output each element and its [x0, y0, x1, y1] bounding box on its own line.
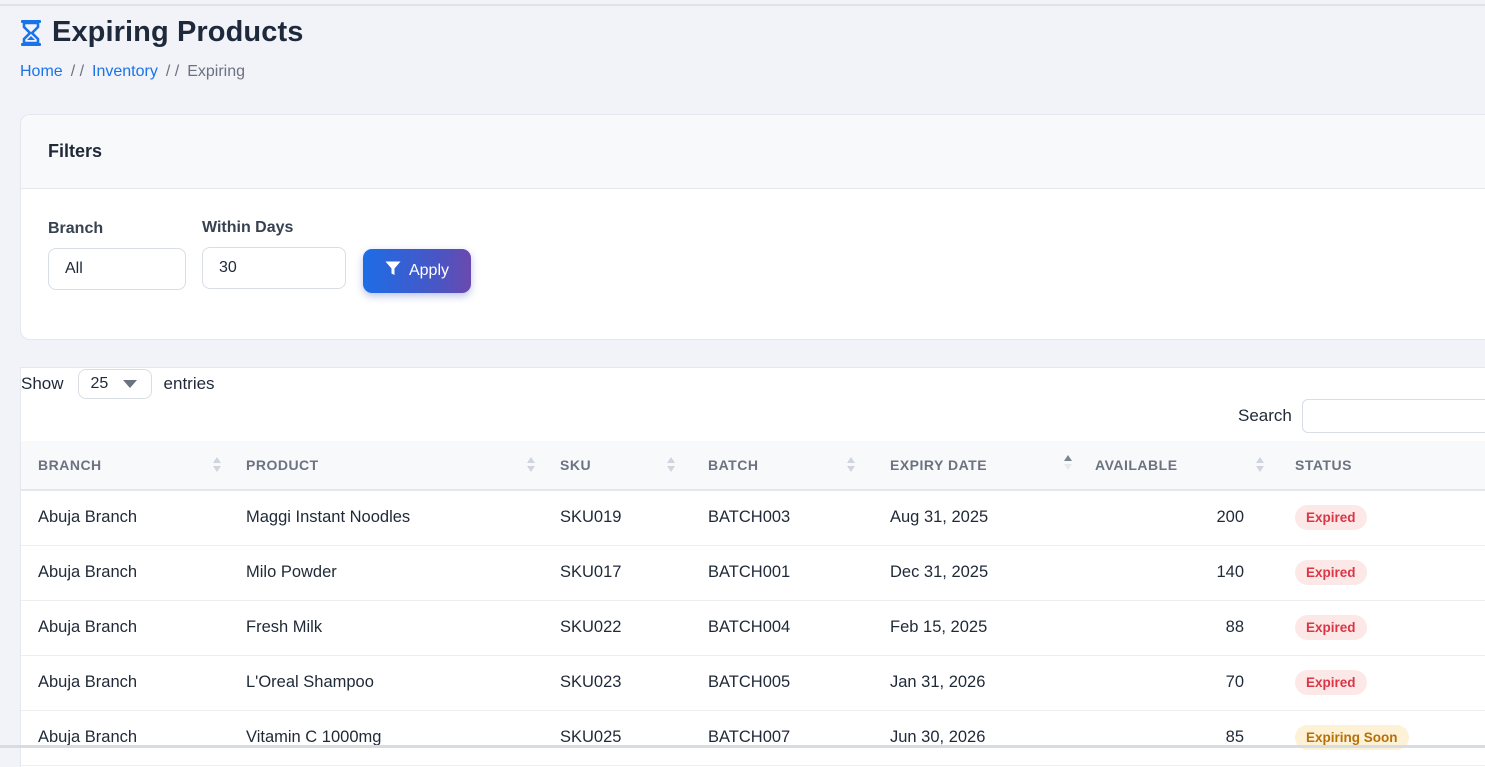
branch-label: Branch: [48, 220, 104, 237]
entries-value: 25: [90, 375, 109, 392]
filters-header: Filters: [21, 115, 1485, 189]
entries-select[interactable]: 25: [77, 369, 152, 399]
column-header-expiry-date[interactable]: EXPIRY DATE: [873, 441, 1078, 491]
show-label: Show: [21, 374, 64, 393]
cell-batch: BATCH005: [691, 655, 873, 711]
cell-product: Vitamin C 1000mg: [229, 710, 543, 766]
sort-icon: [847, 457, 857, 475]
cell-expiry-date: Aug 31, 2025: [873, 490, 1078, 546]
search-control: Search: [1238, 399, 1485, 433]
breadcrumb-separator: / /: [70, 63, 85, 80]
cell-batch: BATCH004: [691, 600, 873, 656]
within-days-label: Within Days: [202, 219, 294, 236]
table-row: Abuja Branch Milo Powder SKU017 BATCH001…: [21, 545, 1485, 601]
cell-status: Expiring Soon: [1278, 710, 1485, 766]
cell-sku: SKU023: [543, 655, 691, 711]
cell-status: Expired: [1278, 600, 1485, 656]
cell-sku: SKU019: [543, 490, 691, 546]
cell-sku: SKU022: [543, 600, 691, 656]
cell-product: L'Oreal Shampoo: [229, 655, 543, 711]
search-label: Search: [1238, 406, 1292, 425]
cell-expiry-date: Feb 15, 2025: [873, 600, 1078, 656]
cell-expiry-date: Jan 31, 2026: [873, 655, 1078, 711]
within-days-field: Within Days 30: [202, 219, 346, 289]
cell-branch: Abuja Branch: [21, 600, 229, 656]
column-header-available[interactable]: AVAILABLE: [1078, 441, 1278, 491]
sort-icon: [1256, 457, 1266, 475]
expiring-products-table: BRANCH PRODUCT SKU BATCH EXPIRY DATE AVA…: [21, 441, 1485, 766]
apply-button[interactable]: Apply: [363, 249, 471, 293]
cell-available: 200: [1078, 490, 1278, 546]
sort-ascending-icon: [1064, 455, 1074, 473]
breadcrumb-inventory[interactable]: Inventory: [92, 63, 158, 81]
cell-branch: Abuja Branch: [21, 545, 229, 601]
page-header: Expiring Products Home / / Inventory / /…: [20, 16, 303, 81]
hourglass-icon: [20, 19, 42, 47]
cell-branch: Abuja Branch: [21, 490, 229, 546]
sort-icon: [213, 457, 223, 475]
cell-status: Expired: [1278, 490, 1485, 546]
status-badge: Expired: [1295, 505, 1367, 531]
cell-batch: BATCH001: [691, 545, 873, 601]
sort-icon: [527, 457, 537, 475]
table-header-row: BRANCH PRODUCT SKU BATCH EXPIRY DATE AVA…: [21, 441, 1485, 491]
status-badge: Expired: [1295, 670, 1367, 695]
cell-branch: Abuja Branch: [21, 710, 229, 766]
column-header-status[interactable]: STATUS: [1278, 441, 1485, 491]
column-header-branch[interactable]: BRANCH: [21, 441, 229, 491]
breadcrumb-separator: / /: [165, 63, 180, 80]
cell-status: Expired: [1278, 545, 1485, 601]
cell-expiry-date: Dec 31, 2025: [873, 545, 1078, 601]
cell-available: 88: [1078, 600, 1278, 656]
cell-available: 70: [1078, 655, 1278, 711]
cell-sku: SKU025: [543, 710, 691, 766]
table-row: Abuja Branch Vitamin C 1000mg SKU025 BAT…: [21, 710, 1485, 766]
cell-expiry-date: Jun 30, 2026: [873, 710, 1078, 766]
top-border: [0, 4, 1485, 6]
table-row: Abuja Branch Maggi Instant Noodles SKU01…: [21, 490, 1485, 546]
apply-label: Apply: [408, 262, 450, 279]
cell-product: Maggi Instant Noodles: [229, 490, 543, 546]
cell-available: 140: [1078, 545, 1278, 601]
chevron-down-icon: [122, 380, 137, 388]
cell-product: Milo Powder: [229, 545, 543, 601]
table-row: Abuja Branch L'Oreal Shampoo SKU023 BATC…: [21, 655, 1485, 711]
within-days-input[interactable]: 30: [202, 247, 346, 289]
cell-status: Expired: [1278, 655, 1485, 711]
column-header-product[interactable]: PRODUCT: [229, 441, 543, 491]
cell-sku: SKU017: [543, 545, 691, 601]
filter-icon: [385, 261, 401, 281]
table-card: Show 25 entries Search BRANCH PRODUCT SK…: [20, 367, 1485, 767]
branch-field: Branch All: [48, 220, 186, 290]
cell-product: Fresh Milk: [229, 600, 543, 656]
page-title: Expiring Products: [52, 16, 304, 48]
cell-batch: BATCH003: [691, 490, 873, 546]
branch-select[interactable]: All: [48, 248, 186, 290]
table-row: Abuja Branch Fresh Milk SKU022 BATCH004 …: [21, 600, 1485, 656]
column-header-sku[interactable]: SKU: [543, 441, 691, 491]
status-badge: Expired: [1295, 615, 1367, 640]
filters-card: Filters Branch All Within Days 30 Apply: [20, 114, 1485, 340]
title-row: Expiring Products: [20, 16, 303, 49]
entries-label: entries: [163, 374, 215, 393]
sort-icon: [667, 457, 677, 475]
search-input[interactable]: [1301, 399, 1485, 433]
entries-control: Show 25 entries: [21, 368, 215, 400]
cell-branch: Abuja Branch: [21, 655, 229, 711]
cell-available: 85: [1078, 710, 1278, 766]
breadcrumb: Home / / Inventory / / Expiring: [20, 63, 303, 81]
breadcrumb-current: Expiring: [187, 63, 245, 80]
cell-batch: BATCH007: [691, 710, 873, 766]
column-header-batch[interactable]: BATCH: [691, 441, 873, 491]
breadcrumb-home[interactable]: Home: [20, 63, 63, 81]
status-badge: Expired: [1295, 560, 1367, 585]
